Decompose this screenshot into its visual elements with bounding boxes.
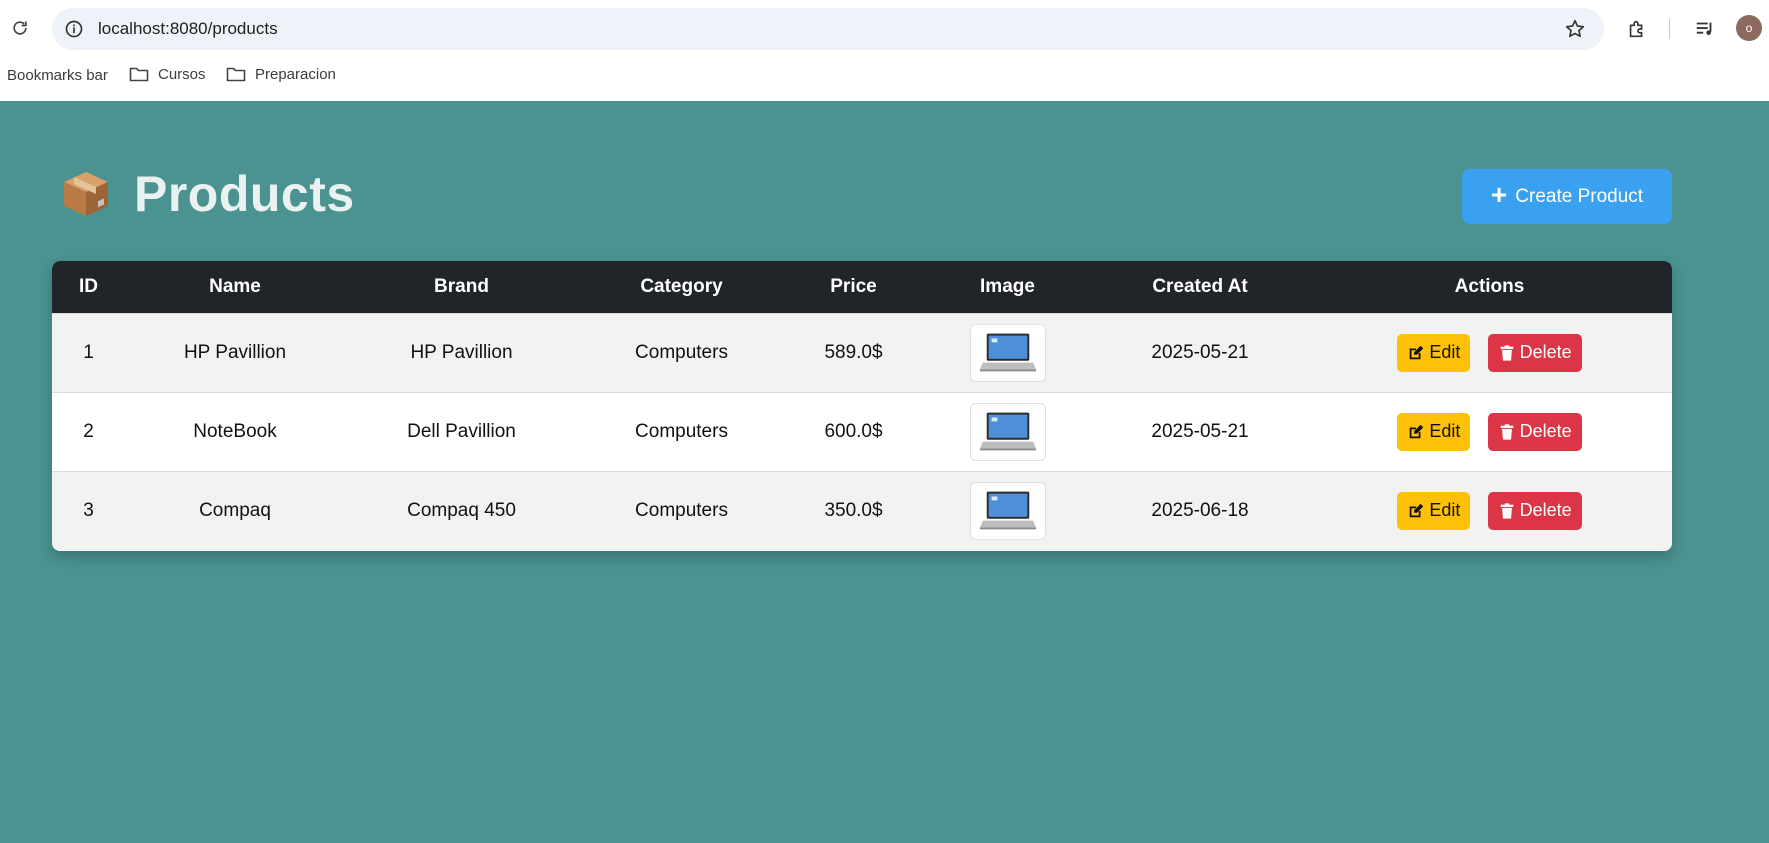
column-header-price[interactable]: Price xyxy=(785,261,922,313)
cell-actions: Edit Delete xyxy=(1307,471,1672,550)
trash-icon xyxy=(1500,344,1513,361)
bookmark-folder-label: Preparacion xyxy=(255,65,336,83)
bookmark-folder-preparacion[interactable]: Preparacion xyxy=(226,65,336,83)
bookmark-star-icon[interactable] xyxy=(1563,17,1587,41)
cell-created-at: 2025-06-18 xyxy=(1151,499,1249,521)
trash-icon xyxy=(1500,503,1513,519)
column-header-category[interactable]: Category xyxy=(578,261,785,313)
site-info-icon[interactable] xyxy=(63,18,85,40)
table-row: 2 NoteBook Dell Pavillion Computers 600.… xyxy=(52,392,1672,471)
bookmark-folder-label: Cursos xyxy=(158,65,206,83)
trash-icon xyxy=(1500,423,1513,440)
cell-created-at: 2025-05-21 xyxy=(1151,420,1249,442)
column-header-image[interactable]: Image xyxy=(922,261,1093,313)
bookmarks-bar-label: Bookmarks bar xyxy=(7,67,108,84)
cell-category: Computers xyxy=(635,420,728,442)
reload-icon[interactable] xyxy=(9,17,31,39)
edit-button[interactable]: Edit xyxy=(1397,491,1471,530)
edit-icon xyxy=(1410,345,1424,359)
column-header-name[interactable]: Name xyxy=(125,261,345,313)
cell-image xyxy=(922,471,1093,550)
delete-label: Delete xyxy=(1519,342,1572,362)
product-thumbnail[interactable] xyxy=(969,402,1046,461)
products-table-card: ID Name Brand Category Price Image Creat… xyxy=(52,261,1672,551)
cell-price: 350.0$ xyxy=(824,499,883,521)
edit-icon xyxy=(1410,503,1424,518)
edit-icon xyxy=(1410,424,1424,438)
title-row: Products xyxy=(60,165,355,223)
table-row: 1 HP Pavillion HP Pavillion Computers 58… xyxy=(52,313,1672,392)
column-header-brand[interactable]: Brand xyxy=(345,261,578,313)
delete-button[interactable]: Delete xyxy=(1487,412,1582,451)
extensions-icon[interactable] xyxy=(1625,17,1649,41)
create-product-label: Create Product xyxy=(1515,185,1644,207)
laptop-image xyxy=(979,491,1036,530)
page-content: Products + Create Product ID Name Brand … xyxy=(0,101,1769,843)
bookmarks-bar: Bookmarks bar Cursos Preparacion xyxy=(0,60,1769,90)
cell-price: 600.0$ xyxy=(824,420,883,442)
edit-button[interactable]: Edit xyxy=(1397,333,1471,372)
toolbar-separator xyxy=(1669,19,1670,39)
profile-avatar[interactable]: o xyxy=(1736,15,1762,41)
cell-image xyxy=(922,392,1093,471)
products-table: ID Name Brand Category Price Image Creat… xyxy=(52,261,1672,550)
cell-actions: Edit Delete xyxy=(1307,313,1672,392)
cell-name: Compaq xyxy=(199,499,271,521)
laptop-image xyxy=(979,412,1036,450)
edit-label: Edit xyxy=(1429,421,1461,441)
laptop-image xyxy=(979,333,1036,371)
cell-id: 2 xyxy=(83,420,94,442)
delete-button[interactable]: Delete xyxy=(1487,333,1582,372)
cell-image xyxy=(922,313,1093,392)
edit-label: Edit xyxy=(1429,500,1461,521)
edit-label: Edit xyxy=(1429,342,1461,362)
folder-icon xyxy=(226,67,246,82)
cell-brand: Compaq 450 xyxy=(407,499,516,521)
plus-icon: + xyxy=(1490,179,1508,210)
browser-chrome: localhost:8080/products o Bookmarks bar … xyxy=(0,0,1769,101)
cell-name: HP Pavillion xyxy=(183,341,287,363)
folder-icon xyxy=(129,67,149,82)
table-row: 3 Compaq Compaq 450 Computers 350.0$ 202… xyxy=(52,471,1672,550)
cell-id: 3 xyxy=(83,499,94,521)
bookmark-folder-cursos[interactable]: Cursos xyxy=(129,65,206,83)
address-bar[interactable]: localhost:8080/products xyxy=(52,8,1604,50)
cell-created-at: 2025-05-21 xyxy=(1151,341,1249,363)
column-header-created-at[interactable]: Created At xyxy=(1093,261,1307,313)
create-product-button[interactable]: + Create Product xyxy=(1462,169,1672,224)
edit-button[interactable]: Edit xyxy=(1397,412,1471,451)
delete-label: Delete xyxy=(1519,421,1572,441)
column-header-actions: Actions xyxy=(1454,275,1525,297)
media-controls-icon[interactable] xyxy=(1693,17,1717,41)
cell-category: Computers xyxy=(635,341,728,363)
delete-button[interactable]: Delete xyxy=(1487,491,1582,530)
cell-price: 589.0$ xyxy=(824,341,883,363)
product-thumbnail[interactable] xyxy=(969,481,1046,540)
package-icon xyxy=(64,172,108,216)
product-thumbnail[interactable] xyxy=(969,323,1046,382)
cell-actions: Edit Delete xyxy=(1307,392,1672,471)
column-header-id[interactable]: ID xyxy=(52,261,125,313)
page-title: Products xyxy=(134,166,355,222)
url-text[interactable]: localhost:8080/products xyxy=(98,19,278,39)
cell-name: NoteBook xyxy=(193,420,277,442)
cell-category: Computers xyxy=(635,499,728,521)
table-header-row: ID Name Brand Category Price Image Creat… xyxy=(52,261,1672,313)
cell-brand: HP Pavillion xyxy=(410,341,513,363)
delete-label: Delete xyxy=(1519,500,1572,521)
cell-id: 1 xyxy=(83,341,94,363)
cell-brand: Dell Pavillion xyxy=(407,420,516,442)
